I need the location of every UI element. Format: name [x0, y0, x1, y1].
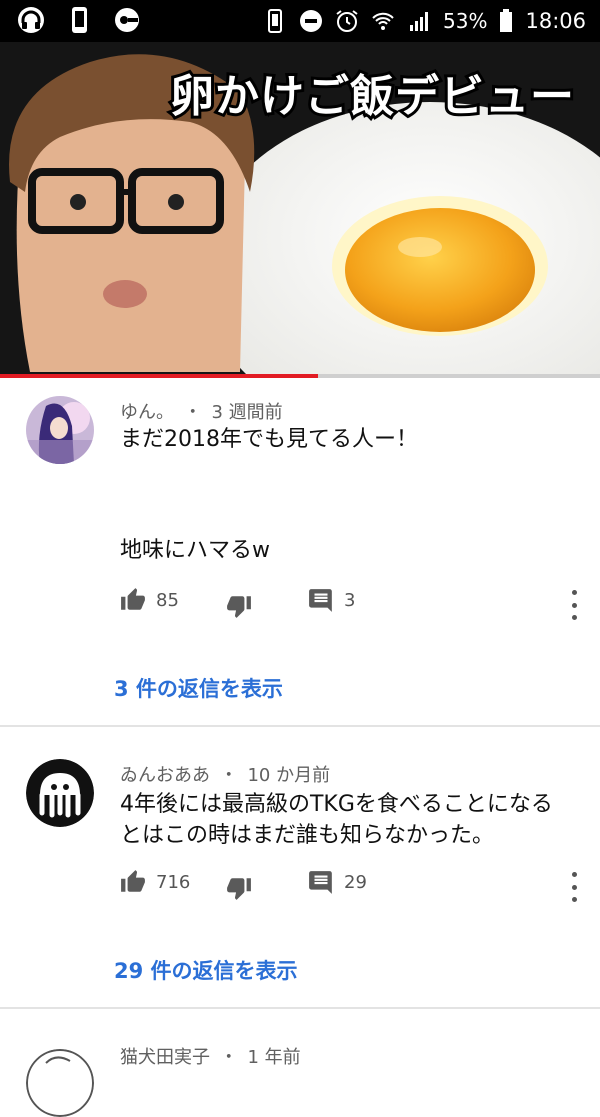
comment-meta: ゐんおああ ・ 10 か月前 — [120, 761, 330, 787]
comment-time: 3 週間前 — [211, 402, 283, 423]
thumbnail-title: 卵かけご飯デビュー — [167, 68, 577, 125]
dnd-icon — [299, 9, 323, 33]
separator: ・ — [183, 402, 202, 423]
avatar[interactable] — [26, 396, 94, 464]
reply-count: 3 — [344, 589, 356, 611]
thumbs-up-icon — [121, 870, 145, 892]
dislike-button[interactable] — [226, 593, 252, 619]
thumbs-down-icon — [227, 878, 251, 900]
progress-fill — [0, 374, 318, 378]
like-button[interactable]: 85 — [120, 587, 179, 613]
comment-author[interactable]: ゐんおああ — [120, 765, 210, 786]
thumbs-up-icon — [121, 588, 145, 610]
comment-text-line: 地味にハマるw — [120, 538, 270, 563]
video-player[interactable]: 卵かけご飯デビュー — [0, 42, 600, 374]
like-button[interactable]: 716 — [120, 869, 190, 895]
comment-item: ゐんおああ ・ 10 か月前 4年後には最高級のTKGを食べることになる とはこ… — [0, 727, 600, 1007]
phone-icon — [64, 5, 94, 35]
comment-actions: 716 29 — [120, 869, 580, 905]
separator: ・ — [219, 765, 238, 786]
battery-percent: 53% — [443, 9, 488, 33]
avatar[interactable] — [26, 1049, 94, 1117]
view-replies-link[interactable]: 29 件の返信を表示 — [114, 955, 298, 985]
comment-meta: ゆん。 ・ 3 週間前 — [120, 398, 283, 424]
comment-item: ゆん。 ・ 3 週間前 まだ2018年でも見てる人ー！ 地味にハマるw 85 3… — [0, 380, 600, 726]
battery-icon — [499, 9, 513, 33]
more-options-icon[interactable] — [568, 590, 580, 620]
comment-icon — [309, 589, 332, 612]
comment-icon — [309, 871, 332, 894]
progress-bar[interactable] — [0, 374, 600, 378]
comment-meta: 猫犬田実子 ・ 1 年前 — [120, 1043, 301, 1069]
separator: ・ — [219, 1047, 238, 1068]
comment-text-line: 4年後には最高級のTKGを食べることになる — [120, 792, 553, 817]
dislike-button[interactable] — [226, 875, 252, 901]
reply-button[interactable]: 3 — [308, 587, 355, 613]
like-count: 716 — [156, 871, 191, 893]
comment-text-line: とはこの時はまだ誰も知らなかった。 — [120, 823, 495, 848]
avatar[interactable] — [26, 759, 94, 827]
comment-actions: 85 3 — [120, 587, 580, 623]
reply-button[interactable]: 29 — [308, 869, 367, 895]
view-replies-link[interactable]: 3 件の返信を表示 — [114, 673, 283, 703]
wifi-icon — [371, 9, 395, 33]
comment-author[interactable]: ゆん。 — [120, 402, 174, 423]
more-options-icon[interactable] — [568, 872, 580, 902]
headset-icon — [16, 5, 46, 35]
status-bar: 53% 18:06 — [0, 0, 600, 42]
app-icon — [112, 5, 142, 35]
reply-count: 29 — [344, 871, 367, 893]
like-count: 85 — [156, 589, 179, 611]
comment-item: 猫犬田実子 ・ 1 年前 — [0, 1009, 600, 1117]
comment-time: 10 か月前 — [247, 765, 331, 786]
comment-text-line: まだ2018年でも見てる人ー！ — [120, 427, 418, 452]
comment-author[interactable]: 猫犬田実子 — [120, 1047, 210, 1068]
comment-time: 1 年前 — [247, 1047, 301, 1068]
alarm-icon — [335, 9, 359, 33]
device-icon — [263, 9, 287, 33]
clock: 18:06 — [525, 9, 586, 33]
thumbs-down-icon — [227, 596, 251, 618]
signal-icon — [407, 9, 431, 33]
